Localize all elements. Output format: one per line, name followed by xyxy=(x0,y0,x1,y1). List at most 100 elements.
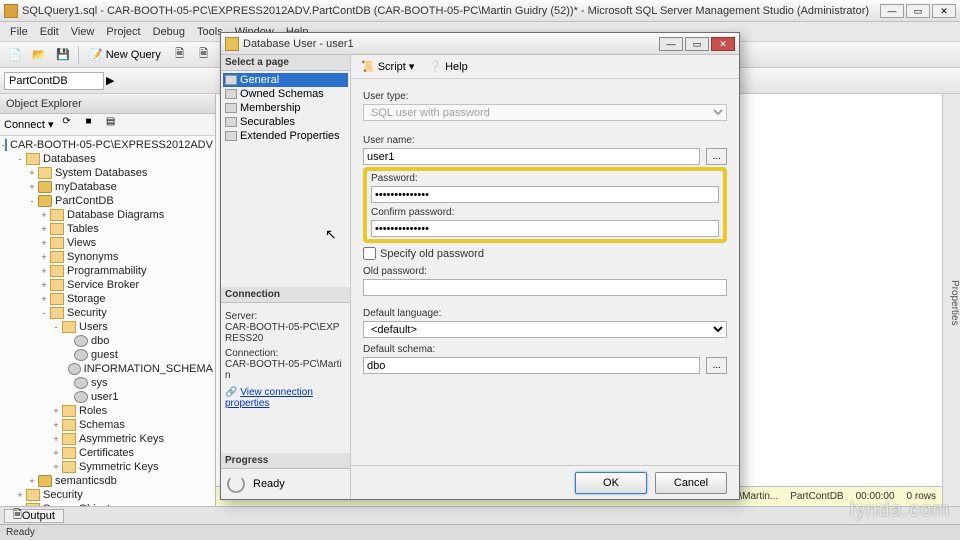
synonyms-node[interactable]: Synonyms xyxy=(67,251,118,263)
page-list: General Owned Schemas Membership Securab… xyxy=(221,71,350,145)
status-db: PartContDB xyxy=(790,491,843,502)
app-title-bar: SQLQuery1.sql - CAR-BOOTH-05-PC\EXPRESS2… xyxy=(0,0,960,22)
object-explorer-title: Object Explorer xyxy=(0,94,215,114)
mydb-node[interactable]: myDatabase xyxy=(55,181,117,193)
dialog-icon xyxy=(225,37,239,51)
db-security-node[interactable]: Security xyxy=(43,489,83,501)
output-tab[interactable]: 🗎 Output xyxy=(4,509,64,523)
page-icon xyxy=(225,75,237,85)
menu-file[interactable]: File xyxy=(4,26,34,38)
password-input[interactable] xyxy=(371,186,719,203)
help-button[interactable]: ❔Help xyxy=(424,60,471,73)
maximize-button[interactable]: ▭ xyxy=(906,4,930,18)
script-icon: 📜 xyxy=(361,60,375,73)
user-infoschema[interactable]: INFORMATION_SCHEMA xyxy=(84,363,213,375)
views-node[interactable]: Views xyxy=(67,237,96,249)
toolbar-icon[interactable]: 🗎 xyxy=(193,45,215,65)
sysdb-node[interactable]: System Databases xyxy=(55,167,147,179)
connect-dropdown[interactable]: Connect ▾ xyxy=(4,118,54,131)
default-schema-input[interactable] xyxy=(363,357,700,374)
app-title: SQLQuery1.sql - CAR-BOOTH-05-PC\EXPRESS2… xyxy=(22,5,880,17)
oe-toolbar-icon[interactable]: ▤ xyxy=(102,116,120,134)
menu-project[interactable]: Project xyxy=(100,26,146,38)
security-node[interactable]: Security xyxy=(67,307,107,319)
menu-view[interactable]: View xyxy=(65,26,101,38)
semanticsdb-node[interactable]: semanticsdb xyxy=(55,475,117,487)
connection-value: CAR-BOOTH-05-PC\Martin xyxy=(225,359,346,381)
ok-button[interactable]: OK xyxy=(575,472,647,494)
page-general[interactable]: General xyxy=(223,73,348,87)
script-button[interactable]: 📜Script ▾ xyxy=(357,60,418,73)
minimize-button[interactable]: — xyxy=(880,4,904,18)
page-owned-schemas[interactable]: Owned Schemas xyxy=(223,87,348,101)
page-icon xyxy=(225,89,237,99)
select-page-header: Select a page xyxy=(221,55,350,71)
database-combo-value: PartContDB xyxy=(9,75,68,87)
dialog-close-button[interactable]: ✕ xyxy=(711,37,735,51)
confirm-password-input[interactable] xyxy=(371,220,719,237)
users-node[interactable]: Users xyxy=(79,321,108,333)
symkeys-node[interactable]: Symmetric Keys xyxy=(79,461,158,473)
certificates-node[interactable]: Certificates xyxy=(79,447,134,459)
object-explorer-toolbar: Connect ▾ ⟳ ■ ▤ xyxy=(0,114,215,136)
confirm-password-label: Confirm password: xyxy=(371,207,719,218)
user-user1[interactable]: user1 xyxy=(91,391,119,403)
new-query-button[interactable]: 📝New Query xyxy=(83,48,167,61)
user-type-label: User type: xyxy=(363,91,727,102)
programmability-node[interactable]: Programmability xyxy=(67,265,146,277)
oe-toolbar-icon[interactable]: ■ xyxy=(80,116,98,134)
partcontdb-node[interactable]: PartContDB xyxy=(55,195,114,207)
user-name-browse-button[interactable]: ... xyxy=(706,148,727,165)
schemas-node[interactable]: Schemas xyxy=(79,419,125,431)
properties-strip[interactable]: Properties xyxy=(942,94,960,506)
dialog-left-panel: Select a page General Owned Schemas Memb… xyxy=(221,55,351,499)
server-node[interactable]: CAR-BOOTH-05-PC\EXPRESS2012ADV (SQL S xyxy=(10,139,215,151)
page-membership-label: Membership xyxy=(240,102,301,114)
object-explorer-panel: Object Explorer Connect ▾ ⟳ ■ ▤ -CAR-BOO… xyxy=(0,94,216,506)
server-objects-node[interactable]: Server Objects xyxy=(43,503,116,506)
dialog-maximize-button[interactable]: ▭ xyxy=(685,37,709,51)
user-sys[interactable]: sys xyxy=(91,377,108,389)
user-name-input[interactable] xyxy=(363,148,700,165)
dialog-minimize-button[interactable]: — xyxy=(659,37,683,51)
open-icon[interactable]: 📂 xyxy=(28,45,50,65)
default-schema-browse-button[interactable]: ... xyxy=(706,357,727,374)
databases-node[interactable]: Databases xyxy=(43,153,96,165)
oe-toolbar-icon[interactable]: ⟳ xyxy=(58,116,76,134)
toolbar-icon[interactable]: 🗎 xyxy=(169,45,191,65)
page-membership[interactable]: Membership xyxy=(223,101,348,115)
page-general-label: General xyxy=(240,74,279,86)
save-icon[interactable]: 💾 xyxy=(52,45,74,65)
tables-node[interactable]: Tables xyxy=(67,223,99,235)
view-connection-properties-link[interactable]: View connection properties xyxy=(225,387,313,409)
new-project-icon[interactable]: 📄 xyxy=(4,45,26,65)
page-extended-properties[interactable]: Extended Properties xyxy=(223,129,348,143)
execute-icon[interactable]: ▶ xyxy=(106,74,114,87)
default-language-select[interactable]: <default> xyxy=(363,321,727,338)
dbdiagrams-node[interactable]: Database Diagrams xyxy=(67,209,164,221)
roles-node[interactable]: Roles xyxy=(79,405,107,417)
storage-node[interactable]: Storage xyxy=(67,293,106,305)
servicebroker-node[interactable]: Service Broker xyxy=(67,279,139,291)
user-guest[interactable]: guest xyxy=(91,349,118,361)
menu-edit[interactable]: Edit xyxy=(34,26,65,38)
user-type-select[interactable]: SQL user with password xyxy=(363,104,727,121)
default-schema-label: Default schema: xyxy=(363,344,727,355)
specify-old-password-checkbox[interactable] xyxy=(363,247,376,260)
page-securables[interactable]: Securables xyxy=(223,115,348,129)
server-label: Server: xyxy=(225,311,346,322)
close-button[interactable]: ✕ xyxy=(932,4,956,18)
asymkeys-node[interactable]: Asymmetric Keys xyxy=(79,433,164,445)
cancel-button[interactable]: Cancel xyxy=(655,472,727,494)
dialog-title: Database User - user1 xyxy=(243,38,659,50)
page-icon xyxy=(225,117,237,127)
help-label: Help xyxy=(445,61,468,73)
object-explorer-tree[interactable]: -CAR-BOOTH-05-PC\EXPRESS2012ADV (SQL S -… xyxy=(0,136,215,506)
page-extended-properties-label: Extended Properties xyxy=(240,130,340,142)
status-text: Ready xyxy=(6,527,35,538)
menu-debug[interactable]: Debug xyxy=(147,26,191,38)
page-owned-schemas-label: Owned Schemas xyxy=(240,88,324,100)
user-dbo[interactable]: dbo xyxy=(91,335,109,347)
connection-label: Connection: xyxy=(225,348,346,359)
database-combo[interactable]: PartContDB xyxy=(4,72,104,90)
